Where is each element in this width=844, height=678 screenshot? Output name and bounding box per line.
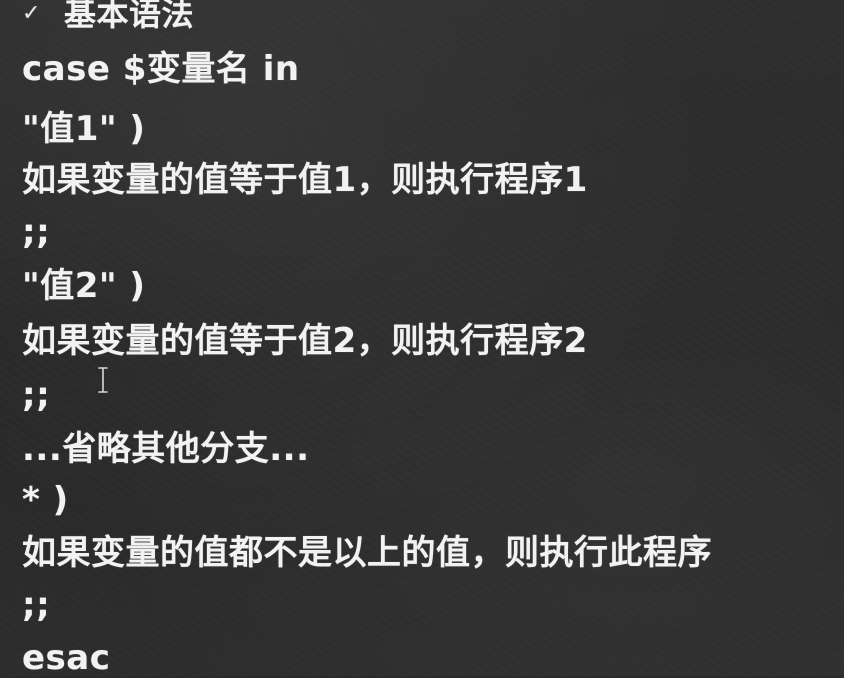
code-line-terminator-1: ;;: [22, 212, 51, 252]
code-line-terminator-2: ;;: [22, 375, 51, 415]
code-line-action-1: 如果变量的值等于值1，则执行程序1: [22, 160, 588, 200]
code-line-omitted-branches: ...省略其他分支...: [22, 429, 310, 469]
chalkboard-background: ✓ 基本语法 case $变量名 in "值1" ) 如果变量的值等于值1，则执…: [0, 0, 844, 678]
text-cursor-icon: [98, 367, 108, 393]
code-line-default-action: 如果变量的值都不是以上的值，则执行此程序: [22, 533, 712, 573]
section-heading: ✓ 基本语法: [22, 0, 194, 34]
heading-title: 基本语法: [64, 0, 195, 33]
code-line-case: case $变量名 in: [22, 49, 300, 89]
code-line-action-2: 如果变量的值等于值2，则执行程序2: [22, 321, 588, 361]
code-line-terminator-3: ;;: [22, 585, 51, 625]
code-line-pattern-2: "值2" ): [22, 266, 146, 306]
code-line-pattern-1: "值1" ): [22, 109, 146, 149]
check-icon: ✓: [22, 1, 41, 26]
code-line-default-pattern: * ): [22, 480, 69, 520]
code-line-esac: esac: [22, 638, 111, 678]
